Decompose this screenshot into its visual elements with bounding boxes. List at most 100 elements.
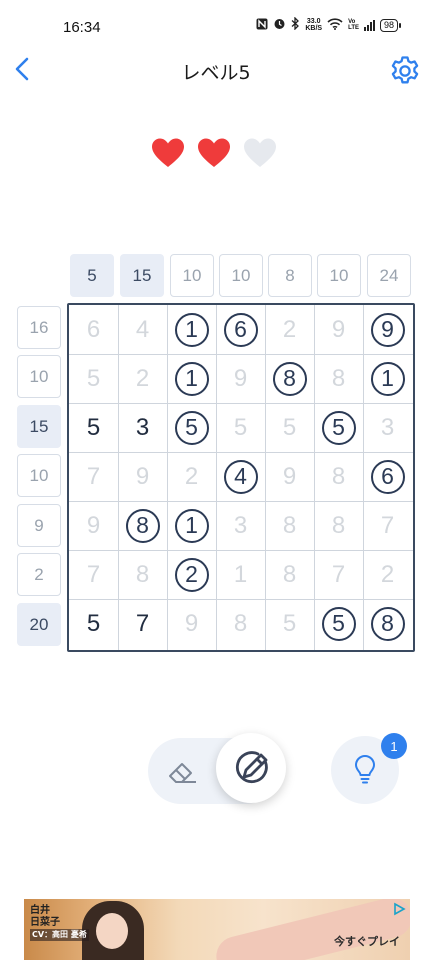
circled-cell[interactable]: 1 xyxy=(167,305,216,354)
circled-cell[interactable]: 9 xyxy=(363,305,412,354)
volte-bottom: LTE xyxy=(348,25,359,31)
grid-cell[interactable]: 9 xyxy=(167,599,216,648)
grid-cell[interactable]: 3 xyxy=(216,501,265,550)
cell-number: 8 xyxy=(233,609,248,637)
column-clue: 10 xyxy=(317,254,361,297)
nfc-icon xyxy=(256,18,268,33)
grid-cell[interactable]: 5 xyxy=(69,403,118,452)
grid-cell[interactable]: 5 xyxy=(265,599,314,648)
cell-number: 9 xyxy=(135,462,150,490)
signal-icon xyxy=(363,19,375,31)
column-clue: 15 xyxy=(120,254,164,297)
grid-cell[interactable]: 8 xyxy=(265,501,314,550)
circled-cell[interactable]: 1 xyxy=(167,354,216,403)
cell-number: 9 xyxy=(370,312,405,347)
eraser-icon xyxy=(169,763,196,783)
circled-cell[interactable]: 2 xyxy=(167,550,216,599)
grid-cell[interactable]: 7 xyxy=(363,501,412,550)
row-clue: 10 xyxy=(17,454,61,497)
grid-cell[interactable]: 9 xyxy=(265,452,314,501)
cell-number: 8 xyxy=(125,508,160,543)
cell-number: 6 xyxy=(370,459,405,494)
grid-cell[interactable]: 5 xyxy=(69,354,118,403)
column-clue: 5 xyxy=(70,254,114,297)
cell-number: 5 xyxy=(282,609,297,637)
cell-number: 4 xyxy=(223,459,258,494)
settings-button[interactable] xyxy=(388,54,422,88)
circled-cell[interactable]: 5 xyxy=(167,403,216,452)
grid-cell[interactable]: 9 xyxy=(69,501,118,550)
cell-number: 2 xyxy=(174,557,209,592)
ad-character-face xyxy=(96,913,128,949)
grid-cell[interactable]: 9 xyxy=(118,452,167,501)
cell-number: 8 xyxy=(135,560,150,588)
grid-cell[interactable]: 5 xyxy=(69,599,118,648)
grid-cell[interactable]: 9 xyxy=(314,305,363,354)
heart-icon xyxy=(244,138,276,167)
cell-number: 1 xyxy=(370,361,405,396)
circled-cell[interactable]: 4 xyxy=(216,452,265,501)
grid-cell[interactable]: 8 xyxy=(265,550,314,599)
cell-number: 3 xyxy=(380,413,395,441)
page-title: レベル5 xyxy=(181,62,251,84)
cell-number: 8 xyxy=(282,511,297,539)
ad-name-line2: 日菜子 xyxy=(30,917,60,928)
circled-cell[interactable]: 1 xyxy=(363,354,412,403)
grid-cell[interactable]: 8 xyxy=(216,599,265,648)
ad-cta-button[interactable]: 今すぐプレイ xyxy=(334,933,400,949)
row-clue: 16 xyxy=(17,306,61,349)
grid-cell[interactable]: 1 xyxy=(216,550,265,599)
grid-cell[interactable]: 7 xyxy=(69,452,118,501)
circled-cell[interactable]: 5 xyxy=(314,403,363,452)
cell-number: 8 xyxy=(272,361,307,396)
grid-cell[interactable]: 5 xyxy=(265,403,314,452)
grid-cell[interactable]: 5 xyxy=(216,403,265,452)
cell-number: 5 xyxy=(321,606,356,641)
grid-cell[interactable]: 2 xyxy=(363,550,412,599)
row-clue: 10 xyxy=(17,355,61,398)
grid-cell[interactable]: 8 xyxy=(118,550,167,599)
grid-cell[interactable]: 2 xyxy=(167,452,216,501)
circled-cell[interactable]: 8 xyxy=(265,354,314,403)
grid-cell[interactable]: 6 xyxy=(69,305,118,354)
circled-cell[interactable]: 8 xyxy=(363,599,412,648)
circled-cell[interactable]: 8 xyxy=(118,501,167,550)
grid-cell[interactable]: 7 xyxy=(314,550,363,599)
cell-number: 5 xyxy=(282,413,297,441)
ad-choices-icon[interactable] xyxy=(392,902,406,916)
grid-cell[interactable]: 8 xyxy=(314,452,363,501)
pencil-button[interactable] xyxy=(216,733,286,803)
grid-cell[interactable]: 8 xyxy=(314,501,363,550)
circled-cell[interactable]: 5 xyxy=(314,599,363,648)
grid-cell[interactable]: 2 xyxy=(118,354,167,403)
bluetooth-icon xyxy=(291,16,300,33)
grid-cell[interactable]: 3 xyxy=(118,403,167,452)
grid-cell[interactable]: 7 xyxy=(69,550,118,599)
status-bar: 16:34 33.0 KB/S Vo LTE 98 xyxy=(0,0,432,54)
puzzle-grid: 6416299521988153555537924986981388778218… xyxy=(67,303,415,652)
circled-cell[interactable]: 1 xyxy=(167,501,216,550)
cell-number: 1 xyxy=(233,560,248,588)
circled-cell[interactable]: 6 xyxy=(216,305,265,354)
cell-number: 8 xyxy=(331,511,346,539)
cell-number: 1 xyxy=(174,508,209,543)
eraser-button[interactable] xyxy=(164,752,202,790)
ad-cv-line: CV：高田 憂希 xyxy=(30,929,89,941)
grid-cell[interactable]: 2 xyxy=(265,305,314,354)
cell-number: 9 xyxy=(331,315,346,343)
column-clue: 10 xyxy=(219,254,263,297)
grid-cell[interactable]: 8 xyxy=(314,354,363,403)
cell-number: 7 xyxy=(331,560,346,588)
grid-cell[interactable]: 7 xyxy=(118,599,167,648)
cell-number: 1 xyxy=(174,361,209,396)
heart-icon xyxy=(198,138,230,167)
row-clue: 20 xyxy=(17,603,61,646)
grid-cell[interactable]: 4 xyxy=(118,305,167,354)
grid-cell[interactable]: 3 xyxy=(363,403,412,452)
circled-cell[interactable]: 6 xyxy=(363,452,412,501)
network-speed: 33.0 KB/S xyxy=(305,18,322,32)
grid-cell[interactable]: 9 xyxy=(216,354,265,403)
row-clue: 15 xyxy=(17,405,61,448)
ad-banner[interactable]: 白井 日菜子 CV：高田 憂希 今すぐプレイ xyxy=(24,899,410,960)
cell-number: 8 xyxy=(331,462,346,490)
